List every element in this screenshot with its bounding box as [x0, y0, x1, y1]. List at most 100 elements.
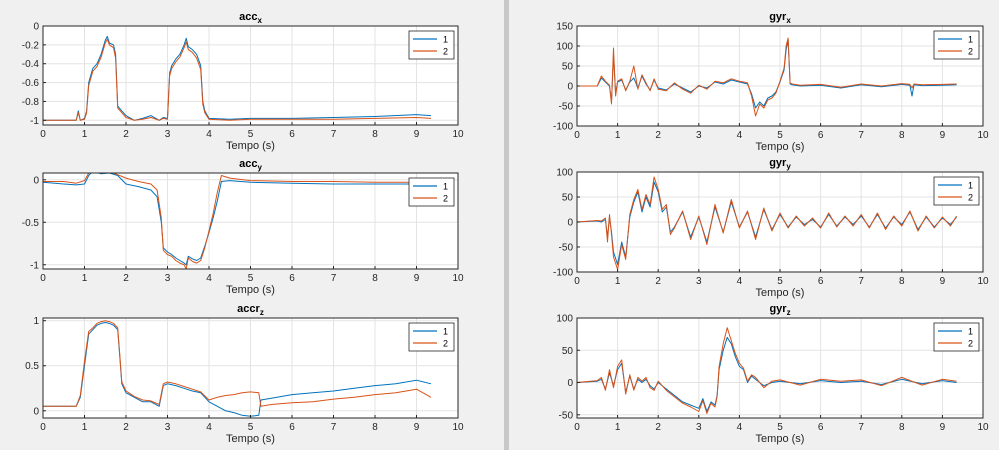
gyry-title: gyry: [769, 157, 791, 171]
gyrx-xtick-label: 4: [737, 130, 743, 141]
gyry-xtick-label: 4: [737, 276, 743, 287]
accrz-legend[interactable]: 12: [408, 322, 455, 352]
accrz-ytick-label: 0.5: [25, 361, 39, 372]
gyrz-legend-label-1: 1: [968, 327, 973, 337]
chart-accy: 0 1 2 3 4 5 6 7 8 9 100-0.5-1Tempo (s)accy12: [22, 158, 464, 296]
gyrz-xtick-label: 6: [818, 422, 824, 433]
gyry-ytick-label: -50: [559, 243, 574, 254]
accy-xtick-label: 9: [414, 273, 420, 284]
gyry-legend[interactable]: 12: [933, 176, 980, 206]
gyry-ytick-label: -100: [553, 268, 573, 279]
gyrx-xtick-label: 9: [940, 130, 946, 141]
accx-xtick-label: 3: [165, 129, 171, 140]
accx-xtick-label: 7: [331, 129, 337, 140]
accy-legend[interactable]: 12: [408, 177, 455, 207]
gyrx-xtick-label: 6: [818, 130, 824, 141]
accy-xtick-label: 4: [206, 273, 212, 284]
chart-gyrz: 0 1 2 3 4 5 6 7 8 9 10100500-50Tempo (s)gyrz12: [556, 303, 989, 445]
gyrx-xtick-label: 3: [696, 130, 702, 141]
accy-ytick-label: 0: [33, 175, 39, 186]
gyrx-legend-label-1: 1: [968, 35, 973, 45]
gyry-xtick-label: 6: [818, 276, 824, 287]
gyry-xtick-label: 2: [655, 276, 661, 287]
accy-ytick-label: -1: [30, 260, 39, 271]
accx-ytick-label: -0.2: [22, 40, 40, 51]
gyrz-ytick-label: 0: [567, 378, 573, 389]
accx-title-main: acc: [239, 11, 257, 23]
accx-legend-label-2: 2: [443, 47, 448, 57]
gyry-xtick-label: 9: [940, 276, 946, 287]
accx-ytick-label: 0: [33, 22, 39, 33]
gyrz-title-subscript: z: [787, 308, 791, 317]
gyrz-xtick-label: 9: [940, 422, 946, 433]
gyry-xtick-label: 0: [574, 276, 580, 287]
accy-xtick-label: 3: [165, 273, 171, 284]
gyrx-title-main: gyr: [769, 11, 787, 23]
gyrz-legend[interactable]: 12: [933, 322, 980, 352]
gyrz-ytick-label: -50: [559, 410, 574, 421]
accrz-xtick-label: 1: [82, 422, 88, 433]
gyrx-xtick-label: 1: [615, 130, 621, 141]
gyry-xtick-label: 7: [858, 276, 864, 287]
accrz-xtick-label: 2: [123, 422, 129, 433]
accy-title-subscript: y: [257, 163, 262, 172]
accrz-xtick-label: 5: [248, 422, 254, 433]
chart-gyrx: 0 1 2 3 4 5 6 7 8 9 10150100500-50-100Tempo (s)gyr…: [553, 11, 989, 153]
gyrx-legend-label-2: 2: [968, 47, 973, 57]
chart-accx: 0 1 2 3 4 5 6 7 8 9 100-0.2-0.4-0.6-0.8-1Tempo (s)…: [22, 11, 464, 152]
gyry-xtick-label: 10: [977, 276, 989, 287]
gyrz-title: gyrz: [769, 303, 790, 317]
gyrx-ytick-label: 100: [556, 42, 573, 53]
accrz-xtick-label: 8: [372, 422, 378, 433]
gyry-xtick-label: 3: [696, 276, 702, 287]
accy-xtick-label: 7: [331, 273, 337, 284]
gyrz-xlabel: Tempo (s): [756, 433, 805, 445]
gyry-xtick-label: 1: [615, 276, 621, 287]
gyry-ytick-label: 100: [556, 168, 573, 179]
gyrz-legend-label-2: 2: [968, 339, 973, 349]
accx-xtick-label: 6: [289, 129, 295, 140]
accx-ytick-label: -0.8: [22, 97, 40, 108]
chart-gyry: 0 1 2 3 4 5 6 7 8 9 10100500-50-100Tempo (s)gyry12: [553, 157, 989, 299]
accrz-xlabel: Tempo (s): [226, 433, 275, 445]
accy-ytick-label: -0.5: [22, 218, 40, 229]
gyrz-title-main: gyr: [769, 303, 787, 315]
accrz-legend-label-2: 2: [443, 339, 448, 349]
accx-xtick-label: 4: [206, 129, 212, 140]
accx-title-subscript: x: [257, 16, 262, 25]
accrz-legend-label-1: 1: [443, 327, 448, 337]
gyrz-xtick-label: 5: [777, 422, 783, 433]
accx-xtick-label: 8: [372, 129, 378, 140]
gyrx-xtick-label: 10: [977, 130, 989, 141]
gyry-xlabel: Tempo (s): [756, 287, 805, 299]
gyrz-ytick-label: 50: [562, 346, 574, 357]
accrz-xtick-label: 3: [165, 422, 171, 433]
accrz-xtick-label: 10: [452, 422, 464, 433]
gyry-title-subscript: y: [786, 162, 791, 171]
gyrx-ytick-label: 50: [562, 62, 574, 73]
gyrx-ytick-label: 150: [556, 22, 573, 33]
accx-xtick-label: 9: [414, 129, 420, 140]
gyry-xtick-label: 8: [899, 276, 905, 287]
accy-xtick-label: 1: [82, 273, 88, 284]
accy-xtick-label: 2: [123, 273, 129, 284]
figure-window: 0 1 2 3 4 5 6 7 8 9 10 0 -0.2 -0.4 -0.6 -0.8 -1 Tempo (s)…: [0, 0, 999, 450]
gyrz-ytick-label: 100: [556, 314, 573, 325]
gyrx-xlabel: Tempo (s): [756, 141, 805, 153]
accy-title-main: acc: [239, 158, 257, 170]
accy-title: accy: [239, 158, 262, 172]
accrz-ytick-label: 0: [33, 406, 39, 417]
gyrx-legend[interactable]: 12: [933, 30, 980, 60]
gyrx-xtick-label: 7: [858, 130, 864, 141]
accrz-title: accrz: [237, 303, 264, 317]
accrz-xtick-label: 4: [206, 422, 212, 433]
accy-xtick-label: 6: [289, 273, 295, 284]
gyrx-ytick-label: 0: [567, 82, 573, 93]
accrz-ytick-label: 1: [33, 316, 39, 327]
gyrz-xtick-label: 2: [655, 422, 661, 433]
gyrx-title: gyrx: [769, 11, 791, 25]
accx-legend[interactable]: 12: [408, 30, 455, 60]
accrz-xtick-label: 9: [414, 422, 420, 433]
accx-legend-label-1: 1: [443, 35, 448, 45]
accy-legend-label-1: 1: [443, 182, 448, 192]
